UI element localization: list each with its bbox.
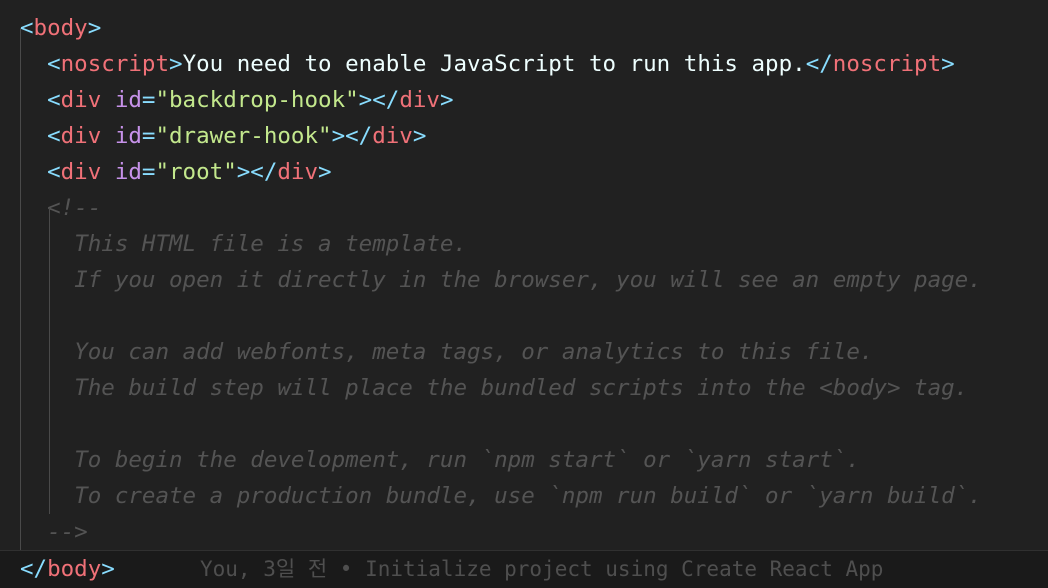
code-line[interactable]: <div id="root"></div> <box>0 154 1048 190</box>
code-token-tag: div <box>60 123 102 149</box>
code-token-attr: id <box>114 87 142 113</box>
code-token-tag: noscript <box>60 51 170 77</box>
code-token-attr: id <box>114 159 142 185</box>
code-line[interactable]: The build step will place the bundled sc… <box>0 370 1048 406</box>
code-line[interactable]: You can add webfonts, meta tags, or anal… <box>0 334 1048 370</box>
code-editor[interactable]: <title> <body> <noscript>You need to ena… <box>0 0 1048 588</box>
code-token-punct: > <box>101 556 115 582</box>
code-token-punct: > <box>331 123 346 149</box>
code-line[interactable]: To create a production bundle, use `npm … <box>0 478 1048 514</box>
code-token-tag: body <box>47 556 102 582</box>
clipped-code-line: <title> <box>20 0 142 6</box>
code-token-comment: This HTML file is a template. <box>74 231 468 257</box>
code-token-punct: > <box>128 0 142 1</box>
code-token-punct: </ <box>345 123 373 149</box>
code-token-comment: To begin the development, run `npm start… <box>74 447 860 473</box>
current-line-code[interactable]: </body> <box>0 550 115 588</box>
code-token-punct: > <box>87 15 102 41</box>
code-token-attr: id <box>114 123 142 149</box>
code-token-tag: title <box>61 0 129 1</box>
code-token-punct: < <box>47 87 61 113</box>
code-token-punct: </ <box>20 556 48 582</box>
code-line[interactable]: --> <box>0 514 1048 550</box>
code-line[interactable]: To begin the development, run `npm start… <box>0 442 1048 478</box>
code-token-comment: The build step will place the bundled sc… <box>74 375 969 401</box>
code-token-punct: > <box>358 87 373 113</box>
code-token-tag: div <box>60 87 102 113</box>
code-line[interactable] <box>0 406 1048 442</box>
code-token-text: You need to enable JavaScript to run thi… <box>182 51 806 77</box>
code-token-punct: > <box>236 159 251 185</box>
editor-code-surface[interactable]: <title> <body> <noscript>You need to ena… <box>0 0 1048 588</box>
code-token-punct: </ <box>372 87 400 113</box>
code-token-punct: > <box>169 51 183 77</box>
code-token-comment: <!-- <box>47 195 102 221</box>
code-token-string: "root" <box>155 159 237 185</box>
indent-guide <box>20 28 21 550</box>
code-line[interactable]: <!-- <box>0 190 1048 226</box>
code-line[interactable]: <div id="drawer-hook"></div> <box>0 118 1048 154</box>
code-token-tag: div <box>399 87 440 113</box>
code-token-comment: You can add webfonts, meta tags, or anal… <box>74 339 874 365</box>
code-token-punct: > <box>941 51 955 77</box>
code-token-punct: = <box>141 87 156 113</box>
code-token-string: "backdrop-hook" <box>155 87 359 113</box>
code-line[interactable]: <div id="backdrop-hook"></div> <box>0 82 1048 118</box>
code-line[interactable]: <body> <box>0 10 1048 46</box>
code-token-tag: body <box>33 15 88 41</box>
code-line[interactable]: This HTML file is a template. <box>0 226 1048 262</box>
code-token-punct: < <box>20 15 34 41</box>
code-line[interactable] <box>0 298 1048 334</box>
code-token-punct: > <box>412 123 427 149</box>
code-line[interactable]: If you open it directly in the browser, … <box>0 262 1048 298</box>
code-token-punct: < <box>47 0 61 1</box>
code-token-punct: > <box>439 87 454 113</box>
code-token-punct: < <box>47 51 61 77</box>
code-token-string: "drawer-hook" <box>155 123 332 149</box>
code-token-tag: div <box>372 123 413 149</box>
code-token-punct: = <box>141 123 156 149</box>
code-token-punct: < <box>47 123 61 149</box>
code-token-punct: < <box>47 159 61 185</box>
code-token-punct: > <box>318 159 332 185</box>
code-token-tag: noscript <box>832 51 942 77</box>
git-blame-annotation[interactable]: You, 3일 전 • Initialize project using Cre… <box>200 550 883 588</box>
code-line[interactable]: <noscript>You need to enable JavaScript … <box>0 46 1048 82</box>
indent-guide <box>49 208 50 514</box>
code-token-punct: = <box>141 159 156 185</box>
code-token-comment: If you open it directly in the browser, … <box>74 267 982 293</box>
code-token-comment: --> <box>47 519 88 545</box>
code-token-punct: </ <box>250 159 278 185</box>
code-token-tag: div <box>277 159 319 185</box>
code-token-tag: div <box>60 159 102 185</box>
code-token-comment: To create a production bundle, use `npm … <box>74 483 982 509</box>
code-token-punct: </ <box>805 51 833 77</box>
